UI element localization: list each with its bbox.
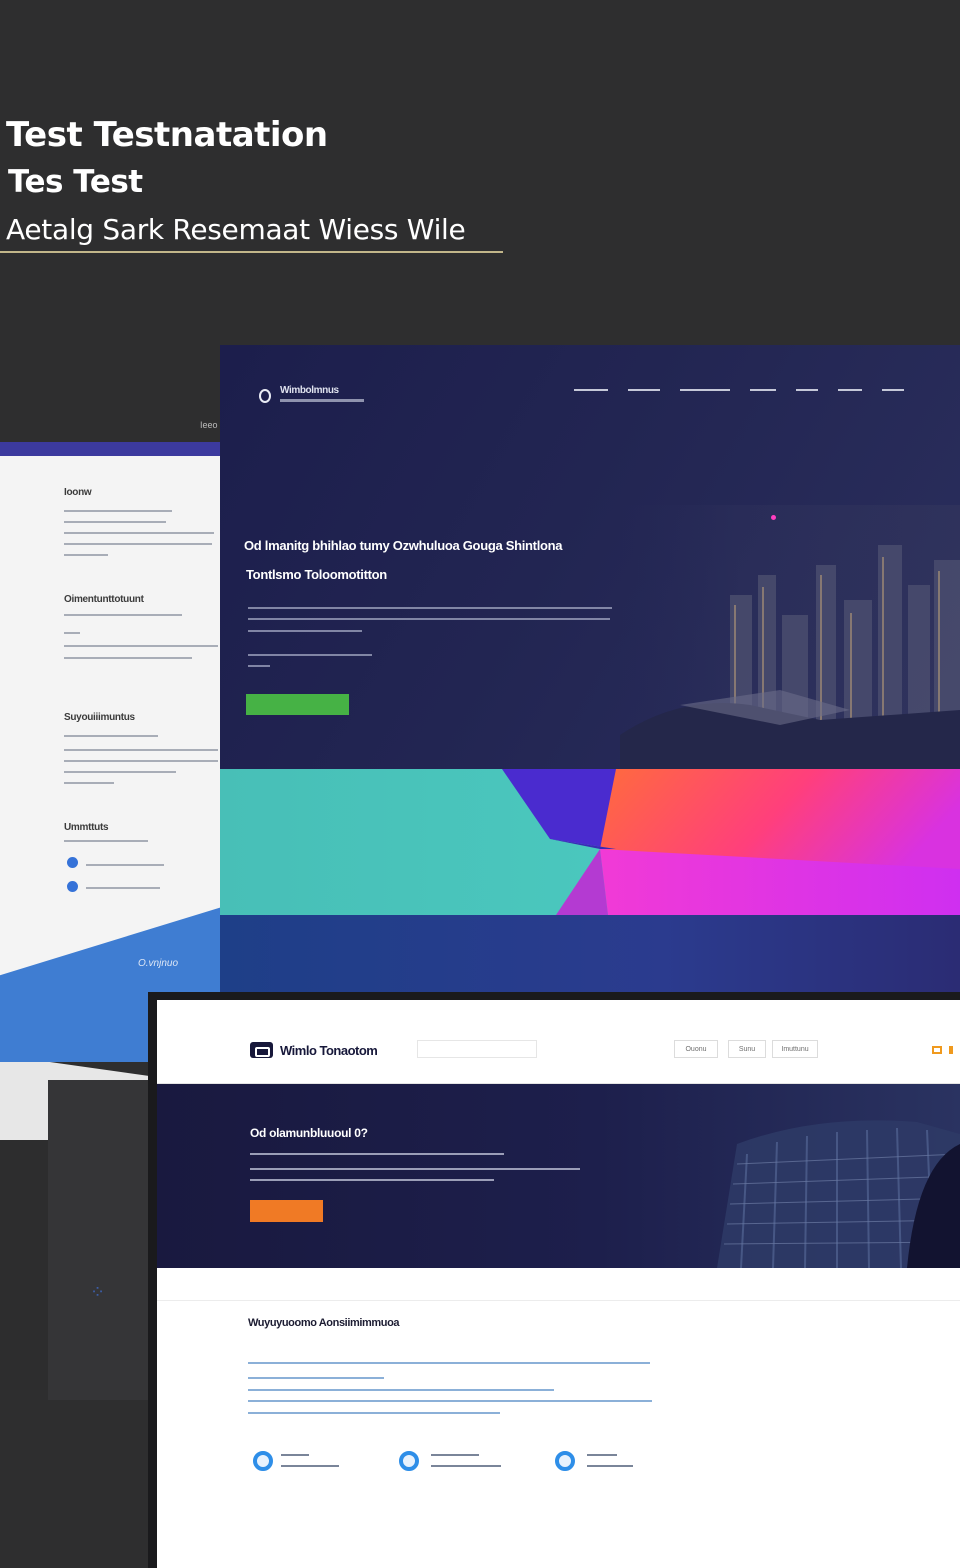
nav-item[interactable]: Ouonu (674, 1040, 718, 1058)
feature-icon[interactable] (253, 1451, 273, 1471)
doc-text-line (64, 521, 166, 523)
feature-icon[interactable] (555, 1451, 575, 1471)
doc-section-title: Suyouiiimuntus (64, 712, 135, 723)
nav-item[interactable]: Imuttunu (772, 1040, 818, 1058)
body-text-line (248, 1377, 384, 1379)
nav-item[interactable] (882, 389, 904, 391)
body-text-line (248, 1412, 500, 1414)
headline-block: Test Testnatation Tes Test Aetalg Sark R… (6, 112, 466, 254)
gradient-banner (220, 769, 960, 915)
site-logo-text[interactable]: Wimlo Tonaotom (280, 1043, 378, 1058)
site-header: Wimlo Tonaotom Ouonu Sunu Imuttunu (157, 1000, 960, 1084)
hero-subtitle: Tontlsmo Toloomotitton (246, 567, 387, 582)
hero-section: Od olamunbluuoul 0? (157, 1084, 960, 1268)
hero-text-line (250, 1179, 494, 1181)
feature-subtitle-line (587, 1465, 633, 1467)
nav-item[interactable] (750, 389, 776, 391)
main-nav (574, 389, 924, 391)
cart-icon[interactable] (932, 1046, 942, 1054)
headline-tagline: Aetalg Sark Resemaat Wiess Wile (6, 213, 466, 246)
hero-cta-button[interactable] (250, 1200, 323, 1222)
hero-title: Od lmanitg bhihlao tumy Ozwhuluoa Gouga … (244, 538, 563, 553)
logo-icon (259, 389, 271, 403)
feature-icon[interactable] (399, 1451, 419, 1471)
grid-icon: ⁘ (90, 1282, 106, 1302)
doc-signature: O.vnjnuo (138, 958, 179, 969)
doc-corner-tag: Ieeo (200, 420, 218, 430)
doc-text-line (64, 532, 214, 534)
hero-title: Od olamunbluuoul 0? (250, 1126, 368, 1140)
headline-underline (0, 251, 503, 253)
feature-title-line (431, 1454, 479, 1456)
nav-item[interactable] (574, 389, 608, 391)
doc-text-line (64, 657, 192, 659)
doc-text-line (64, 771, 176, 773)
nav-item[interactable]: Sunu (728, 1040, 766, 1058)
hero-text-line (250, 1153, 504, 1155)
city-skyline-image (620, 505, 960, 769)
building-image (717, 1120, 960, 1268)
hero-text-line (248, 665, 270, 667)
headline-subtitle: Tes Test (8, 164, 143, 200)
doc-text-line (64, 760, 218, 762)
doc-text-line (86, 887, 160, 889)
nav-item[interactable] (628, 389, 660, 391)
doc-section-title: Oimentunttotuunt (64, 594, 144, 605)
hero-text-line (248, 618, 610, 620)
hero-text-line (248, 630, 362, 632)
bullet-dot (67, 881, 78, 892)
lower-band (220, 915, 960, 995)
body-text-line (248, 1362, 650, 1364)
search-input[interactable] (417, 1040, 537, 1058)
doc-text-line (64, 554, 108, 556)
website-mockup-top: Wimbolmnus Od lmanitg bhihlao tumy Ozwhu… (220, 345, 960, 995)
menu-icon[interactable] (949, 1046, 953, 1054)
feature-title-line (587, 1454, 617, 1456)
doc-text-line (86, 864, 164, 866)
body-text-line (248, 1389, 554, 1391)
hero-cta-button[interactable] (246, 694, 349, 715)
doc-text-line (64, 645, 218, 647)
doc-text-line (64, 632, 80, 634)
bullet-dot (67, 857, 78, 868)
doc-text-line (64, 510, 172, 512)
hero-text-line (248, 654, 372, 656)
doc-panel: Ioonw Oimentunttotuunt Suyouiiimuntus Um… (0, 442, 222, 1062)
feature-subtitle-line (431, 1465, 501, 1467)
logo-icon (250, 1042, 273, 1058)
doc-topbar (0, 442, 222, 456)
doc-text-line (64, 543, 212, 545)
headline-title: Test Testnatation (6, 115, 328, 155)
hero-text-line (248, 607, 612, 609)
logo-tagline (280, 399, 364, 402)
doc-blue-corner (0, 907, 222, 1062)
pedestal (48, 1080, 158, 1400)
site-logo-text[interactable]: Wimbolmnus (280, 385, 339, 396)
doc-text-line (64, 840, 148, 842)
doc-section-title: Ummttuts (64, 822, 109, 833)
doc-text-line (64, 614, 182, 616)
feature-title-line (281, 1454, 309, 1456)
website-mockup-bottom: Wimlo Tonaotom Ouonu Sunu Imuttunu Od ol… (157, 1000, 960, 1568)
body-text-line (248, 1400, 652, 1402)
doc-text-line (64, 782, 114, 784)
hero-text-line (250, 1168, 580, 1170)
presentation-stage: Test Testnatation Tes Test Aetalg Sark R… (0, 0, 960, 1568)
doc-text-line (64, 749, 218, 751)
feature-subtitle-line (281, 1465, 339, 1467)
nav-item[interactable] (838, 389, 862, 391)
doc-section-title: Ioonw (64, 487, 92, 498)
section-divider (157, 1300, 960, 1301)
doc-text-line (64, 735, 158, 737)
accent-dot (771, 515, 776, 520)
section-title: Wuyuyuoomo Aonsiimimmuoa (248, 1317, 400, 1329)
nav-item[interactable] (796, 389, 818, 391)
nav-item[interactable] (680, 389, 730, 391)
